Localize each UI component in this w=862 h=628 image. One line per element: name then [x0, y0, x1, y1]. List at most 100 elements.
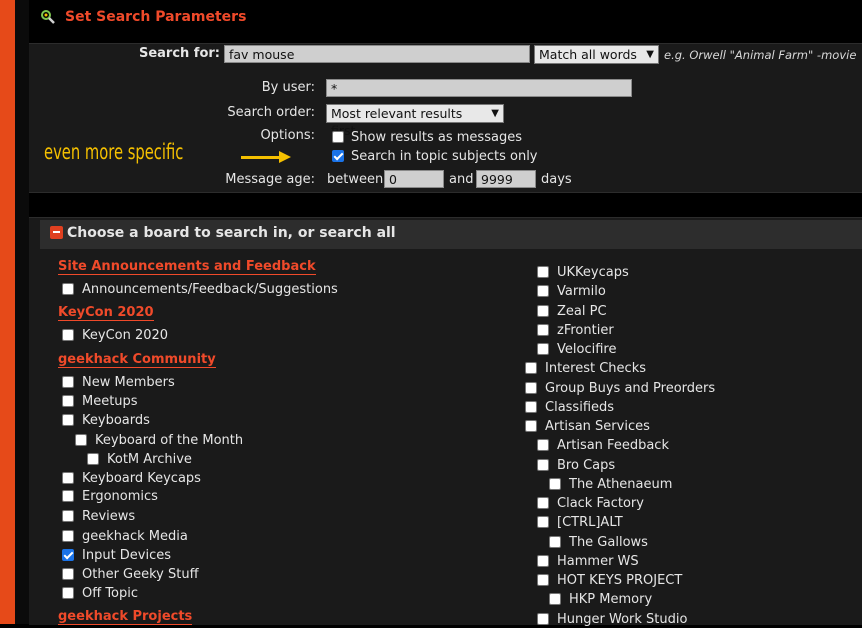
collapse-icon[interactable] [50, 226, 63, 239]
board-item[interactable]: New Members [62, 373, 175, 391]
search-example-hint: e.g. Orwell "Animal Farm" -movie [664, 48, 857, 62]
board-checkbox[interactable] [62, 376, 74, 388]
board-item[interactable]: Meetups [62, 392, 138, 410]
age-max-input[interactable]: 9999 [476, 170, 536, 188]
category-link[interactable]: KeyCon 2020 [58, 305, 154, 321]
age-min-input[interactable]: 0 [384, 170, 444, 188]
board-item[interactable]: KeyCon 2020 [62, 326, 168, 344]
search-order-label: Search order: [227, 105, 315, 120]
board-item[interactable]: Classifieds [525, 398, 614, 416]
board-item[interactable]: Announcements/Feedback/Suggestions [62, 280, 338, 298]
age-and-label: and [449, 172, 474, 187]
board-item[interactable]: The Athenaeum [549, 475, 672, 493]
board-item[interactable]: The Gallows [549, 533, 648, 551]
board-checkbox[interactable] [549, 478, 561, 490]
board-item[interactable]: Velocifire [537, 340, 616, 358]
left-accent-bar [0, 0, 15, 624]
board-item[interactable]: geekhack Media [62, 527, 188, 545]
board-item[interactable]: Zeal PC [537, 302, 607, 320]
board-item[interactable]: Group Buys and Preorders [525, 379, 715, 397]
board-label: Interest Checks [545, 360, 646, 376]
search-input[interactable]: fav mouse [224, 45, 530, 63]
board-item[interactable]: Other Geeky Stuff [62, 565, 199, 583]
board-label: Classifieds [545, 399, 615, 415]
board-checkbox[interactable] [62, 472, 74, 484]
board-label: New Members [82, 374, 175, 390]
board-item[interactable]: Off Topic [62, 584, 138, 602]
board-item[interactable]: Keyboards [62, 411, 150, 429]
boards-section-title: Choose a board to search in, or search a… [67, 225, 396, 241]
board-checkbox[interactable] [62, 490, 74, 502]
board-item[interactable]: Artisan Services [525, 417, 650, 435]
by-user-input[interactable]: * [326, 79, 632, 97]
board-item[interactable]: Artisan Feedback [537, 436, 669, 454]
board-item[interactable]: Ergonomics [62, 487, 158, 505]
board-item[interactable]: Keyboard Keycaps [62, 469, 201, 487]
board-checkbox[interactable] [537, 305, 549, 317]
board-checkbox[interactable] [62, 395, 74, 407]
show-as-messages-checkbox[interactable] [332, 131, 344, 143]
board-checkbox[interactable] [62, 329, 74, 341]
board-item[interactable]: Hunger Work Studio [537, 610, 687, 628]
board-item[interactable]: KotM Archive [87, 450, 192, 468]
board-checkbox[interactable] [537, 439, 549, 451]
board-checkbox[interactable] [537, 266, 549, 278]
board-item[interactable]: UKKeycaps [537, 263, 629, 281]
category-link[interactable]: Site Announcements and Feedback [58, 259, 316, 275]
chevron-down-icon: ▼ [646, 49, 654, 60]
board-checkbox[interactable] [537, 324, 549, 336]
board-checkbox[interactable] [549, 593, 561, 605]
category-link[interactable]: geekhack Community [58, 352, 216, 368]
board-label: Other Geeky Stuff [82, 566, 199, 582]
board-item[interactable]: [CTRL]ALT [537, 513, 623, 531]
match-mode-select[interactable]: Match all words ▼ [534, 45, 659, 64]
board-item[interactable]: Keyboard of the Month [75, 431, 243, 449]
board-label: Hammer WS [557, 553, 639, 569]
page-title: Set Search Parameters [65, 9, 247, 25]
board-label: Bro Caps [557, 457, 616, 473]
board-checkbox[interactable] [75, 434, 87, 446]
board-item[interactable]: HOT KEYS PROJECT [537, 571, 682, 589]
board-checkbox[interactable] [537, 516, 549, 528]
board-checkbox[interactable] [62, 568, 74, 580]
search-for-label: Search for: [138, 46, 220, 61]
board-checkbox[interactable] [525, 382, 537, 394]
board-item[interactable]: zFrontier [537, 321, 614, 339]
board-label: HOT KEYS PROJECT [557, 572, 683, 588]
board-label: UKKeycaps [557, 264, 629, 280]
board-checkbox[interactable] [62, 587, 74, 599]
board-checkbox[interactable] [525, 420, 537, 432]
category-link[interactable]: geekhack Projects [58, 609, 193, 625]
board-checkbox[interactable] [62, 414, 74, 426]
board-item[interactable]: HKP Memory [549, 590, 652, 608]
board-checkbox[interactable] [87, 453, 99, 465]
board-checkbox[interactable] [537, 613, 549, 625]
board-checkbox[interactable] [525, 401, 537, 413]
board-item[interactable]: Reviews [62, 507, 135, 525]
board-item[interactable]: Bro Caps [537, 456, 615, 474]
board-checkbox[interactable] [537, 574, 549, 586]
search-order-select[interactable]: Most relevant results first ▼ [326, 104, 504, 138]
board-checkbox[interactable] [537, 555, 549, 567]
board-checkbox[interactable] [537, 497, 549, 509]
page-header: Set Search Parameters [40, 6, 246, 28]
board-item[interactable]: Input Devices [62, 546, 171, 564]
board-checkbox[interactable] [62, 510, 74, 522]
board-item[interactable]: Hammer WS [537, 552, 639, 570]
board-checkbox[interactable] [62, 283, 74, 295]
board-checkbox[interactable] [525, 362, 537, 374]
board-label: Announcements/Feedback/Suggestions [82, 281, 338, 297]
board-checkbox[interactable] [537, 343, 549, 355]
board-checkbox[interactable] [537, 285, 549, 297]
board-checkbox[interactable] [62, 549, 74, 561]
board-checkbox[interactable] [62, 530, 74, 542]
board-item[interactable]: Clack Factory [537, 494, 644, 512]
subjects-only-checkbox[interactable] [332, 150, 344, 162]
board-item[interactable]: Varmilo [537, 282, 606, 300]
board-label: Keyboard Keycaps [82, 470, 201, 486]
board-label: Zeal PC [557, 303, 607, 319]
board-checkbox[interactable] [537, 459, 549, 471]
annotation-arrow [241, 156, 281, 159]
board-checkbox[interactable] [549, 536, 561, 548]
board-item[interactable]: Interest Checks [525, 359, 646, 377]
